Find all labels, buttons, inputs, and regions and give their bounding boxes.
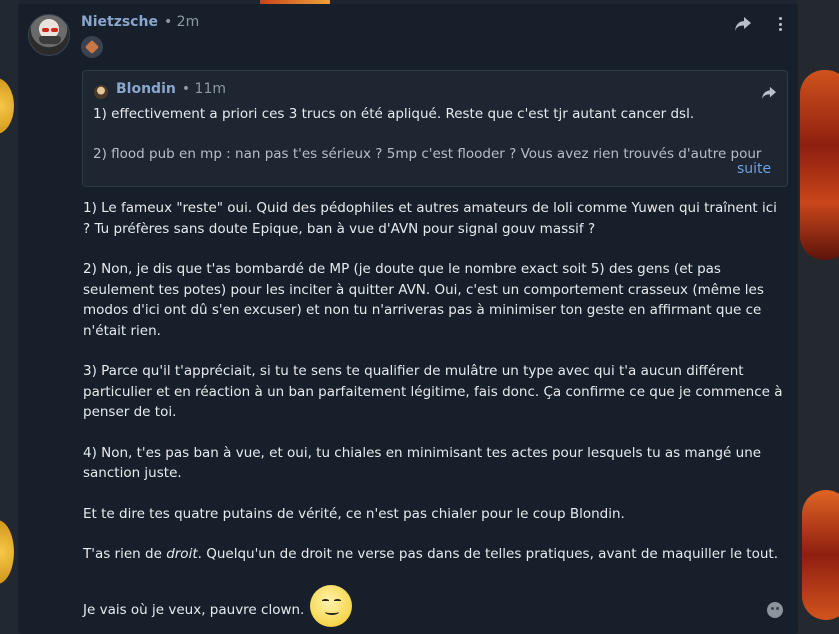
quoted-message: Blondin • 11m 1) effectivement a priori … xyxy=(82,70,788,187)
quote-header: Blondin • 11m xyxy=(116,81,226,97)
post-body: 1) Le fameux "reste" oui. Quid des pédop… xyxy=(83,198,783,634)
emoji-detail xyxy=(334,598,342,602)
avatar-detail xyxy=(51,28,58,32)
quote-share-icon[interactable] xyxy=(761,86,777,100)
paragraph-text: . Quelqu'un de droit ne verse pas dans d… xyxy=(197,546,778,562)
quote-paragraph: 2) flood pub en mp : nan pas t'es sérieu… xyxy=(93,146,762,162)
rank-badge-icon xyxy=(81,36,103,58)
post-paragraph: 1) Le fameux "reste" oui. Quid des pédop… xyxy=(83,200,777,237)
avatar-detail xyxy=(42,28,49,32)
post-header: Nietzsche • 2m xyxy=(81,14,199,30)
post-paragraph: 4) Non, t'es pas ban à vue, et oui, tu c… xyxy=(83,444,762,482)
kebab-dot xyxy=(778,22,782,26)
quote-author-name[interactable]: Blondin xyxy=(116,81,176,97)
post-paragraph: T'as rien de droit. Quelqu'un de droit n… xyxy=(83,544,783,565)
quote-author-avatar[interactable] xyxy=(94,85,108,99)
background-decoration xyxy=(800,70,839,260)
post-paragraph: 3) Parce qu'il t'appréciait, si tu te se… xyxy=(83,363,783,420)
post-card: Nietzsche • 2m Blondin • 11m 1) effectiv… xyxy=(18,4,798,634)
paragraph-text: Je vais où je veux, pauvre clown. xyxy=(83,602,305,618)
avatar-detail xyxy=(39,36,61,44)
emphasized-word: droit xyxy=(166,546,198,562)
post-paragraph: Je vais où je veux, pauvre clown. xyxy=(83,584,783,627)
quote-fade xyxy=(83,163,787,186)
kebab-dot xyxy=(778,28,782,31)
background-decoration xyxy=(802,490,839,620)
kebab-dot xyxy=(778,17,782,20)
author-name[interactable]: Nietzsche xyxy=(81,14,158,30)
rank-badge-shape xyxy=(84,39,100,55)
post-time: • 2m xyxy=(163,14,200,30)
add-reaction-icon[interactable] xyxy=(767,602,783,618)
emoji-detail xyxy=(322,598,330,602)
author-avatar[interactable] xyxy=(28,14,70,56)
quote-time: • 11m xyxy=(181,81,227,97)
more-vertical-icon[interactable] xyxy=(776,16,784,32)
post-paragraph: Et te dire tes quatre putains de vérité,… xyxy=(83,505,625,522)
post-paragraph: 2) Non, je dis que t'as bombardé de MP (… xyxy=(83,261,764,339)
quote-paragraph: 1) effectivement a priori ces 3 trucs on… xyxy=(93,106,695,122)
paragraph-text: T'as rien de xyxy=(83,546,167,562)
quote-expand-link[interactable]: suite xyxy=(737,161,771,177)
smiley-emoji-icon xyxy=(310,584,353,627)
emoji-detail xyxy=(325,609,340,615)
share-icon[interactable] xyxy=(734,16,752,32)
